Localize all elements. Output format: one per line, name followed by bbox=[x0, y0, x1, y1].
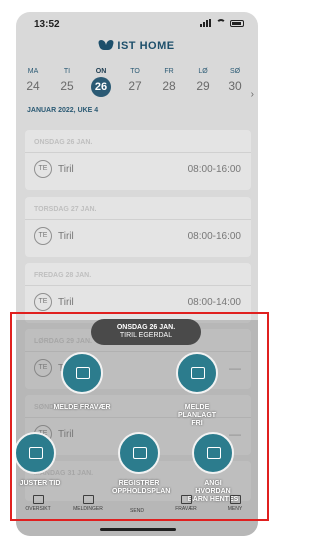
next-week-chevron-icon[interactable]: › bbox=[251, 89, 254, 100]
day-name: FR bbox=[164, 68, 174, 75]
logo-icon bbox=[99, 40, 113, 50]
day-name: ON bbox=[95, 68, 107, 75]
card-divider bbox=[25, 152, 251, 153]
card-divider bbox=[25, 219, 251, 220]
day-date: 25 bbox=[60, 79, 74, 93]
child-avatar: TE bbox=[34, 227, 52, 245]
card-title: FREDAG 28 JAN. bbox=[34, 272, 92, 279]
day-sun[interactable]: SØ 30 bbox=[220, 68, 250, 93]
day-card[interactable]: ONSDAG 26 JAN. TE Tiril 08:00-16:00 bbox=[25, 130, 251, 190]
logo-text: IST HOME bbox=[117, 40, 175, 52]
status-icons bbox=[200, 19, 244, 27]
day-name: LØ bbox=[198, 68, 208, 75]
card-time: 08:00-16:00 bbox=[187, 164, 241, 175]
day-tue[interactable]: TI 25 bbox=[52, 68, 82, 93]
highlight-frame bbox=[10, 312, 269, 521]
card-title: ONSDAG 26 JAN. bbox=[34, 139, 93, 146]
day-date: 28 bbox=[162, 79, 176, 93]
day-sat[interactable]: LØ 29 bbox=[188, 68, 218, 93]
day-mon[interactable]: MA 24 bbox=[18, 68, 48, 93]
signal-icon bbox=[200, 19, 212, 27]
home-indicator bbox=[100, 528, 176, 531]
child-name: Tiril bbox=[58, 164, 74, 175]
day-name: SØ bbox=[229, 68, 241, 75]
day-card[interactable]: TORSDAG 27 JAN. TE Tiril 08:00-16:00 bbox=[25, 197, 251, 257]
child-avatar: TE bbox=[34, 293, 52, 311]
child-name: Tiril bbox=[58, 297, 74, 308]
card-divider bbox=[25, 285, 251, 286]
card-time: 08:00-14:00 bbox=[187, 297, 241, 308]
week-strip: MA 24 TI 25 ON 26 TO 27 FR 28 LØ 29 SØ 30 › bbox=[16, 68, 258, 102]
wifi-icon bbox=[216, 19, 226, 27]
day-name: TI bbox=[63, 68, 71, 75]
day-wed-selected[interactable]: ON 26 bbox=[86, 68, 116, 97]
day-thu[interactable]: TO 27 bbox=[120, 68, 150, 93]
day-date: 26 bbox=[91, 77, 111, 97]
day-date: 30 bbox=[228, 79, 242, 93]
day-name: MA bbox=[27, 68, 39, 75]
status-bar: 13:52 bbox=[16, 12, 258, 36]
status-time: 13:52 bbox=[34, 19, 60, 30]
day-fri[interactable]: FR 28 bbox=[154, 68, 184, 93]
day-date: 24 bbox=[26, 79, 40, 93]
day-name: TO bbox=[130, 68, 140, 75]
child-name: Tiril bbox=[58, 231, 74, 242]
card-title: TORSDAG 27 JAN. bbox=[34, 206, 97, 213]
day-date: 29 bbox=[196, 79, 210, 93]
card-time: 08:00-16:00 bbox=[187, 231, 241, 242]
week-label: JANUAR 2022, UKE 4 bbox=[27, 107, 99, 114]
battery-icon bbox=[230, 19, 244, 27]
child-avatar: TE bbox=[34, 160, 52, 178]
day-date: 27 bbox=[128, 79, 142, 93]
app-logo: IST HOME bbox=[16, 40, 258, 52]
